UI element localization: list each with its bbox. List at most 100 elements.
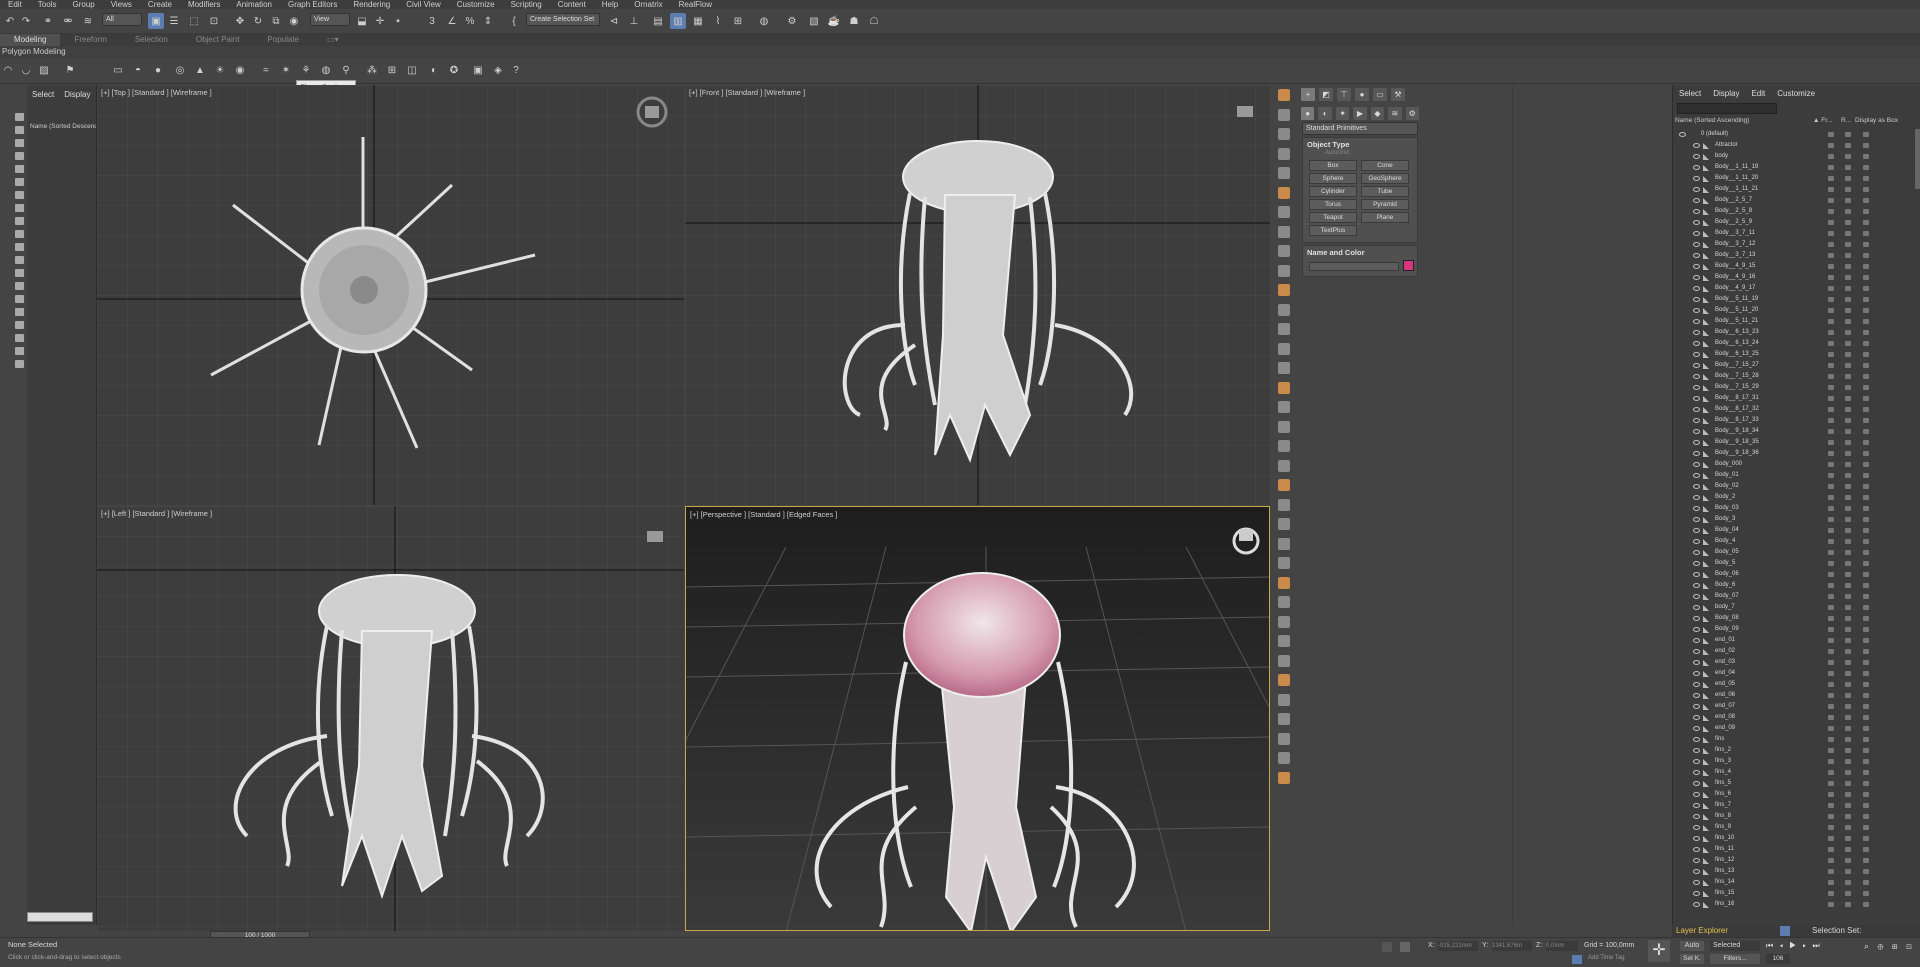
frame-buffer-icon[interactable]: ▣ [470,62,486,78]
freeze-toggle-icon[interactable] [1828,517,1834,522]
vray-sphere-icon[interactable]: ◍ [318,62,334,78]
display-box-toggle-icon[interactable] [1863,528,1869,533]
ribbon-options-icon[interactable]: ▭▾ [313,34,353,46]
eye-icon[interactable] [1693,583,1700,588]
freeze-toggle-icon[interactable] [1828,385,1834,390]
render-toggle-icon[interactable] [1845,891,1851,896]
schematic-view-icon[interactable]: ⊞ [730,13,746,29]
list-item[interactable]: Body__9_18_35 [1673,437,1920,448]
command-strip-icon[interactable] [1278,147,1290,160]
eye-icon[interactable] [1693,671,1700,676]
spacewarps-icon[interactable]: ≋ [1388,107,1402,120]
render-toggle-icon[interactable] [1845,330,1851,335]
freeze-toggle-icon[interactable] [1828,506,1834,511]
eye-icon[interactable] [1693,561,1700,566]
render-toggle-icon[interactable] [1845,264,1851,269]
primitive-category-dropdown[interactable]: Standard Primitives [1302,122,1418,135]
display-box-toggle-icon[interactable] [1863,869,1869,874]
shapes-icon[interactable]: ◐ [1318,107,1332,120]
display-box-toggle-icon[interactable] [1863,715,1869,720]
render-toggle-icon[interactable] [1845,550,1851,555]
menu-modifiers[interactable]: Modifiers [180,0,228,9]
frozen-filter-icon[interactable] [15,256,24,264]
eye-icon[interactable] [1693,770,1700,775]
plane-icon[interactable]: ▭ [110,62,126,78]
command-strip-icon[interactable] [1278,186,1290,199]
render-toggle-icon[interactable] [1845,902,1851,907]
display-box-toggle-icon[interactable] [1863,561,1869,566]
menu-tools[interactable]: Tools [30,0,65,9]
menu-scripting[interactable]: Scripting [503,0,550,9]
explorer-tab-display[interactable]: Display [1707,89,1745,98]
eye-icon[interactable] [1693,264,1700,269]
key-filter-dropdown[interactable]: Selected [1710,941,1760,951]
list-item[interactable]: end_07 [1673,701,1920,712]
list-item[interactable]: Body__9_18_36 [1673,448,1920,459]
list-item[interactable]: Body_06 [1673,569,1920,580]
list-item[interactable]: Body__7_15_27 [1673,360,1920,371]
render-toggle-icon[interactable] [1845,462,1851,467]
list-item[interactable]: Body_02 [1673,481,1920,492]
freeze-toggle-icon[interactable] [1828,682,1834,687]
list-item[interactable]: Attractor [1673,140,1920,151]
eye-icon[interactable] [1693,869,1700,874]
eye-icon[interactable] [1693,319,1700,324]
snaps-icon[interactable]: 3 [424,13,440,29]
column-frozen[interactable]: ▲ Fr... [1813,117,1832,124]
helpers-icon[interactable]: ◆ [1370,107,1385,120]
command-strip-icon[interactable] [1278,89,1290,101]
freeze-toggle-icon[interactable] [1828,165,1834,170]
display-box-toggle-icon[interactable] [1863,583,1869,588]
command-strip-icon[interactable] [1278,596,1290,608]
menu-animation[interactable]: Animation [228,0,280,9]
object-name-field[interactable] [1309,262,1399,271]
eye-icon[interactable] [1693,176,1700,181]
list-item[interactable]: body_7 [1673,602,1920,613]
render-toggle-icon[interactable] [1845,649,1851,654]
eye-icon[interactable] [1693,154,1700,159]
eye-icon[interactable] [1693,660,1700,665]
list-item[interactable]: Body__1_11_21 [1673,184,1920,195]
eye-icon[interactable] [1693,286,1700,291]
list-item[interactable]: end_08 [1673,712,1920,723]
named-selection-dropdown[interactable]: Create Selection Set [526,13,600,26]
freeze-toggle-icon[interactable] [1828,176,1834,181]
freeze-toggle-icon[interactable] [1828,649,1834,654]
render-toggle-icon[interactable] [1845,198,1851,203]
command-strip-icon[interactable] [1278,615,1290,628]
helpers-filter-icon[interactable] [15,178,24,186]
eye-icon[interactable] [1693,253,1700,258]
display-box-toggle-icon[interactable] [1863,374,1869,379]
render-toggle-icon[interactable] [1845,231,1851,236]
scene-horizontal-scrollbar[interactable] [27,912,93,922]
select-all-icon[interactable] [15,113,24,121]
menu-customize[interactable]: Customize [449,0,503,9]
eye-icon[interactable] [1693,737,1700,742]
display-box-toggle-icon[interactable] [1863,627,1869,632]
playback-controls[interactable]: ⏮ ◂ ▶ ▸ ⏭ [1766,941,1822,951]
display-box-toggle-icon[interactable] [1863,396,1869,401]
eye-icon[interactable] [1693,374,1700,379]
list-item[interactable]: fins_11 [1673,844,1920,855]
object-type-title[interactable]: Object Type [1303,138,1417,151]
eye-icon[interactable] [1693,726,1700,731]
list-item[interactable]: Body_4 [1673,536,1920,547]
display-box-toggle-icon[interactable] [1863,253,1869,258]
rotate-icon[interactable]: ↻ [250,13,266,29]
freeze-toggle-icon[interactable] [1828,825,1834,830]
eye-icon[interactable] [1693,242,1700,247]
render-toggle-icon[interactable] [1845,209,1851,214]
command-strip-icon[interactable] [1278,108,1290,121]
bind-spacewarp-icon[interactable]: ≋ [80,13,96,29]
freeze-toggle-icon[interactable] [1828,440,1834,445]
explorer-tab-edit[interactable]: Edit [1745,89,1771,98]
eye-icon[interactable] [1693,209,1700,214]
column-name[interactable]: Name (Sorted Ascending) [1675,117,1749,124]
render-toggle-icon[interactable] [1845,605,1851,610]
command-strip-icon[interactable] [1278,420,1290,433]
render-toggle-icon[interactable] [1845,704,1851,709]
render-toggle-icon[interactable] [1845,396,1851,401]
eye-icon[interactable] [1693,418,1700,423]
command-strip-icon[interactable] [1278,693,1290,706]
eye-icon[interactable] [1693,550,1700,555]
